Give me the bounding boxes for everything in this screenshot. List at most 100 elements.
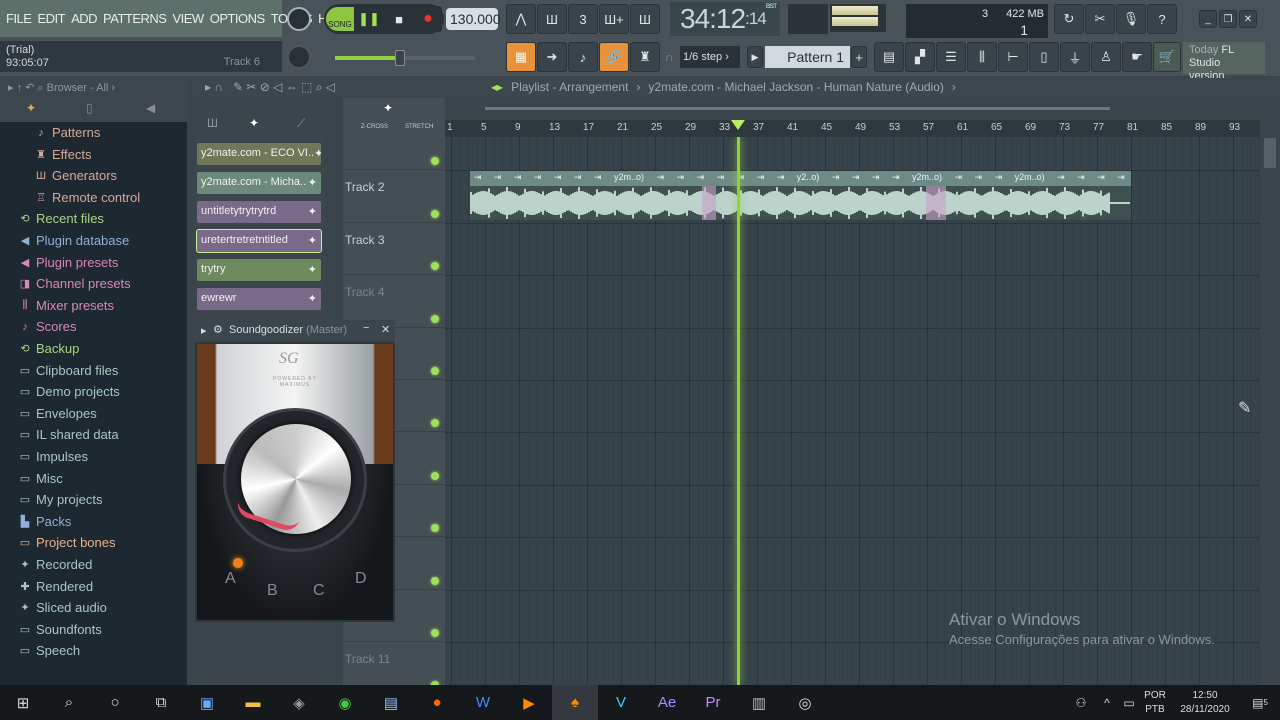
link-icon[interactable]: 🔗 xyxy=(599,42,629,72)
clip-source-item[interactable]: trytry ✦ xyxy=(197,259,321,281)
network-icon[interactable]: ▭ xyxy=(1118,685,1140,720)
close-icon[interactable]: ✕ xyxy=(1239,10,1257,28)
browser-item[interactable]: ✦ Sliced audio xyxy=(18,600,106,615)
browser-item[interactable]: ✦ Recorded xyxy=(18,557,92,572)
browser-item[interactable]: ♪ Patterns xyxy=(34,125,100,140)
master-pitch-slider[interactable] xyxy=(335,56,475,60)
horizontal-scrollbar[interactable] xyxy=(445,100,1260,118)
menu-add[interactable]: ADD xyxy=(71,11,97,26)
snap-selector[interactable]: 1/6 step › xyxy=(680,46,740,68)
cortana-icon[interactable]: ○ xyxy=(92,685,138,720)
vertical-scrollbar[interactable] xyxy=(1260,120,1280,685)
app-icon[interactable]: ▣ xyxy=(184,685,230,720)
loop-record-icon[interactable]: Ш xyxy=(630,4,660,34)
browser-tab-project-icon[interactable]: ▯ xyxy=(86,101,93,115)
picker-automation-icon[interactable]: ⟋ xyxy=(297,116,305,131)
notifications-icon[interactable]: ▤ 5 xyxy=(1240,685,1280,720)
timeline-ruler[interactable]: 1 5 9 13 17 21 25 29 33 37 41 45 49 53 57 61 65 69 73 77 81 8… xyxy=(445,120,1260,137)
browser-item[interactable]: ♪ Scores xyxy=(18,319,76,334)
news-panel[interactable]: Today FL Studio version.. xyxy=(1183,42,1265,82)
multilink-icon[interactable]: ♜ xyxy=(630,42,660,72)
song-position-display[interactable]: 34:12:14 B:S:T xyxy=(670,2,780,36)
track-mute-led[interactable] xyxy=(431,157,439,166)
chrome-icon[interactable]: ◉ xyxy=(322,685,368,720)
sg-mode-b[interactable]: B xyxy=(267,582,278,600)
touch-controller-icon[interactable]: ♙ xyxy=(1091,42,1121,72)
browser-item[interactable]: ▭ Demo projects xyxy=(18,384,120,399)
picker-audio-icon[interactable]: ✦ xyxy=(249,116,259,130)
app-icon[interactable]: ▥ xyxy=(736,685,782,720)
countdown-icon[interactable]: 3 xyxy=(568,4,598,34)
browser-item[interactable]: Ш Generators xyxy=(34,168,117,183)
plugin-minimize-icon[interactable]: − xyxy=(363,322,369,334)
plugin-titlebar[interactable]: ▸ ⚙ Soundgoodizer (Master) − ✕ xyxy=(195,320,395,342)
wait-for-input-icon[interactable]: Ш xyxy=(537,4,567,34)
fl-studio-icon[interactable]: ♠ xyxy=(552,685,598,720)
browser-item[interactable]: ⟲ Backup xyxy=(18,341,79,356)
pattern-prev-icon[interactable]: ▶ xyxy=(747,46,763,68)
browser-item[interactable]: ▭ Misc xyxy=(18,471,63,486)
track-mute-led[interactable] xyxy=(431,366,439,375)
maximize-icon[interactable]: ❐ xyxy=(1219,10,1237,28)
app-icon[interactable]: ▤ xyxy=(368,685,414,720)
track-mute-led[interactable] xyxy=(431,628,439,637)
search-icon[interactable]: ⌕ xyxy=(46,685,92,720)
menu-patterns[interactable]: PATTERNS xyxy=(103,11,167,26)
master-pitch-knob[interactable] xyxy=(287,45,311,69)
help-icon[interactable]: ? xyxy=(1147,4,1177,34)
browser-item[interactable]: ♖ Remote control xyxy=(34,190,140,205)
clip-source-item[interactable]: y2mate.com - Micha.. ✦ xyxy=(197,172,321,194)
record-button[interactable]: ● xyxy=(414,6,442,32)
track-header[interactable]: Track 2 xyxy=(343,170,445,223)
master-volume-knob[interactable] xyxy=(287,7,311,31)
pause-button[interactable]: ❚❚ xyxy=(354,6,384,32)
microphone-icon[interactable]: 🎙 xyxy=(1116,4,1146,34)
obs-icon[interactable]: ◎ xyxy=(782,685,828,720)
browser-item[interactable]: ♜ Effects xyxy=(34,147,91,162)
vegas-icon[interactable]: V xyxy=(598,685,644,720)
playlist-icon[interactable]: ▤ xyxy=(874,42,904,72)
cut-icon[interactable]: ✂ xyxy=(1085,4,1115,34)
file-explorer-icon[interactable]: ▬ xyxy=(230,685,276,720)
browser-item[interactable]: ▭ IL shared data xyxy=(18,427,119,442)
track-header[interactable] xyxy=(343,118,445,171)
track-header[interactable]: Track 3 xyxy=(343,223,445,276)
project-info-icon[interactable]: ▯ xyxy=(1029,42,1059,72)
sg-mode-a[interactable]: A xyxy=(225,570,236,588)
track-mute-led[interactable] xyxy=(431,209,439,218)
song-mode-toggle[interactable]: SONG xyxy=(326,7,354,31)
menu-options[interactable]: OPTIONS xyxy=(210,11,266,26)
app-icon[interactable]: ● xyxy=(414,685,460,720)
stop-button[interactable]: ■ xyxy=(384,6,414,32)
language-indicator[interactable]: POR PTB xyxy=(1140,689,1170,717)
mixer-icon[interactable]: ⫼ xyxy=(967,42,997,72)
premiere-icon[interactable]: Pr xyxy=(690,685,736,720)
track-mute-led[interactable] xyxy=(431,576,439,585)
media-player-icon[interactable]: ▶ xyxy=(506,685,552,720)
arrow-icon[interactable]: ➜ xyxy=(537,42,567,72)
tray-chevron-icon[interactable]: ^ xyxy=(1096,685,1118,720)
metronome-icon[interactable]: ⋀ xyxy=(506,4,536,34)
after-effects-icon[interactable]: Ae xyxy=(644,685,690,720)
sg-mode-d[interactable]: D xyxy=(355,570,367,588)
playlist-toolbar-icons[interactable]: ▸ ∩ ✎ ✂ ⊘ ◁ ⇔ ⬚ ⌕ ◁ xyxy=(205,80,335,96)
start-button[interactable]: ⊞ xyxy=(0,685,46,720)
menu-edit[interactable]: EDIT xyxy=(37,11,65,26)
people-icon[interactable]: ⚇ xyxy=(1066,685,1096,720)
typing-keyboard-icon[interactable]: ▦ xyxy=(506,42,536,72)
browser-tab-all-icon[interactable]: ✦ xyxy=(26,101,36,115)
slider-thumb[interactable] xyxy=(395,50,405,66)
clip-source-item[interactable]: uretertretretntitled ✦ xyxy=(196,229,322,253)
track-mute-led[interactable] xyxy=(431,524,439,533)
browser-item[interactable]: ▭ Project bones xyxy=(18,535,116,550)
minimize-icon[interactable]: _ xyxy=(1199,10,1217,28)
browser-tab-plugins-icon[interactable]: ◀ xyxy=(146,101,155,115)
clip-source-item[interactable]: y2mate.com - ECO VI.. ✦ xyxy=(197,143,321,165)
browser-item[interactable]: ▭ Envelopes xyxy=(18,406,97,421)
sg-mode-c[interactable]: C xyxy=(313,582,325,600)
browser-item[interactable]: ⟲ Recent files xyxy=(18,211,104,226)
track-mute-led[interactable] xyxy=(431,419,439,428)
track-mute-led[interactable] xyxy=(431,314,439,323)
plugin-picker-icon[interactable]: ⏚ xyxy=(1060,42,1090,72)
browser-item[interactable]: ◀ Plugin database xyxy=(18,233,129,248)
